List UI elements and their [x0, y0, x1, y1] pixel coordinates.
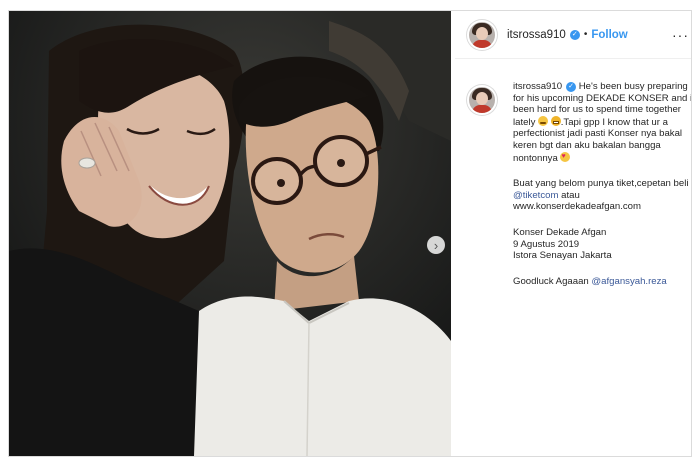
mention-afgansyah[interactable]: @afgansyah.reza — [591, 276, 666, 287]
concert-name: Konser Dekade Afgan — [513, 226, 607, 238]
more-options-icon[interactable]: ··· — [672, 27, 689, 43]
grimacing-face-icon — [550, 115, 561, 126]
separator-dot: • — [583, 29, 588, 40]
caption-paragraph-4a: Goodluck Agaaan — [513, 275, 592, 287]
caption-username[interactable]: itsrossa910 — [513, 81, 562, 92]
flushed-face-icon — [538, 115, 549, 126]
caption-paragraph-2b: atau — [558, 189, 580, 201]
mention-tiketcom[interactable]: @tiketcom — [513, 190, 558, 201]
verified-badge-icon: ✓ — [569, 29, 580, 40]
post-header: itsrossa910 ✓ • Follow ··· — [455, 11, 691, 59]
caption-url: www.konserdekadeafgan.com — [513, 201, 641, 213]
concert-date: 9 Agustus 2019 — [513, 238, 580, 250]
caption-text: itsrossa910 ✓ He's been busy preparing fo… — [513, 81, 692, 287]
couple-selfie-image — [9, 11, 451, 456]
avatar[interactable] — [467, 19, 497, 50]
caption-avatar[interactable] — [467, 85, 497, 115]
post-side-panel: itsrossa910 ✓ • Follow ··· itsrossa910 ✓ … — [455, 11, 691, 456]
caption-paragraph-2a: Buat yang belom punya tiket,cepetan beli… — [513, 178, 692, 190]
post-username[interactable]: itsrossa910 — [507, 29, 566, 41]
verified-badge-icon: ✓ — [566, 82, 577, 92]
chevron-right-icon: › — [433, 237, 439, 253]
next-image-button[interactable]: › — [427, 236, 445, 254]
heart-eyes-face-icon — [560, 151, 571, 162]
follow-button[interactable]: Follow — [591, 29, 627, 41]
post-photo[interactable]: › — [9, 11, 451, 456]
concert-venue: Istora Senayan Jakarta — [513, 250, 612, 262]
instagram-post: › itsrossa910 ✓ • Follow ··· itsrossa910… — [8, 10, 692, 457]
